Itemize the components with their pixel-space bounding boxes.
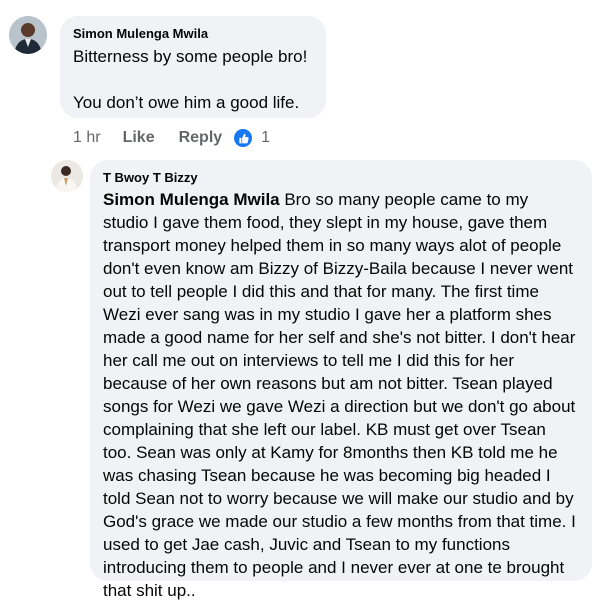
reply-author[interactable]: T Bwoy T Bizzy [103, 170, 578, 185]
profile-photo-tbizzy [51, 160, 83, 192]
comment-timestamp[interactable]: 1 hr [73, 129, 101, 147]
reply-button[interactable]: Reply [179, 129, 223, 147]
comment-bubble: Simon Mulenga Mwila Bitterness by some p… [60, 16, 326, 118]
profile-photo-simon [9, 16, 47, 54]
avatar[interactable] [9, 16, 47, 54]
comment-author[interactable]: Simon Mulenga Mwila [73, 26, 313, 41]
reply-body: Bro so many people came to my studio I g… [103, 190, 576, 600]
reaction-count[interactable]: 1 [261, 129, 270, 147]
comment-actions: 1 hr Like Reply 1 [73, 128, 270, 148]
like-thumb-icon[interactable] [234, 129, 253, 147]
mention-link[interactable]: Simon Mulenga Mwila [103, 190, 280, 209]
reply-text: Simon Mulenga Mwila Bro so many people c… [103, 188, 578, 602]
comment-line-1: Bitterness by some people bro! [73, 47, 308, 66]
comment-line-2: You don’t owe him a good life. [73, 93, 300, 112]
reply-bubble: T Bwoy T Bizzy Simon Mulenga Mwila Bro s… [90, 160, 592, 600]
avatar[interactable] [51, 160, 83, 192]
like-button[interactable]: Like [123, 129, 155, 147]
